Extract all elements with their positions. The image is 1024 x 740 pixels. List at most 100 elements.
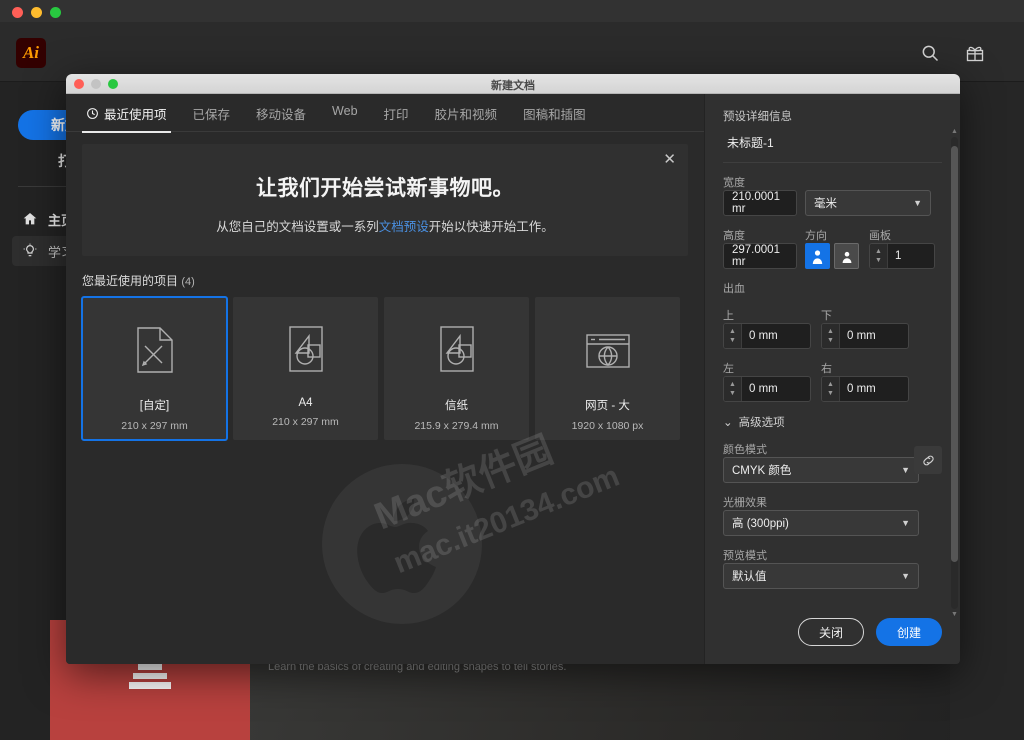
stepper-arrows-icon[interactable]: ▲ ▼ [822, 324, 840, 348]
app-window-controls[interactable] [12, 7, 61, 18]
recent-items-title: 您最近使用的项目 [82, 274, 179, 288]
app-titlebar [0, 0, 1024, 22]
orientation-landscape-button[interactable] [834, 243, 859, 269]
artboard-stepper[interactable]: ▲ ▼ 1 [869, 243, 935, 269]
search-icon[interactable] [920, 43, 940, 63]
recent-card-a4[interactable]: A4 210 x 297 mm [233, 297, 378, 440]
bleed-label: 出血 [723, 283, 745, 295]
link-icon[interactable] [914, 446, 942, 474]
artboard-value: 1 [895, 250, 902, 262]
recent-card-custom-name: [自定] [139, 400, 170, 412]
custom-document-icon [128, 323, 182, 377]
orientation-toggle-group [805, 243, 861, 269]
recent-card-web-large[interactable]: 网页 - 大 1920 x 1080 px [535, 297, 680, 440]
close-button[interactable]: 关闭 [798, 618, 864, 646]
bleed-bottom-stepper[interactable]: ▲ ▼ 0 mm [821, 323, 909, 349]
chevron-down-icon: ▼ [901, 571, 910, 581]
app-close-button[interactable] [12, 7, 23, 18]
width-label: 宽度 [723, 177, 745, 189]
dialog-tabs: 最近使用项 已保存 移动设备 Web 打印 胶片和视频 图稿和插图 [66, 94, 704, 133]
app-minimize-button[interactable] [31, 7, 42, 18]
welcome-banner: ✕ 让我们开始尝试新事物吧。 从您自己的文档设置或一系列文档预设开始以快速开始工… [82, 144, 688, 256]
tab-film-video[interactable]: 胶片和视频 [433, 104, 500, 132]
create-button[interactable]: 创建 [876, 618, 942, 646]
bleed-right-label: 右 [821, 363, 832, 375]
banner-close-icon[interactable]: ✕ [663, 152, 676, 167]
screen: Ai 新文件 打开 主页 [0, 0, 1024, 740]
dialog-titlebar: 新建文档 [66, 74, 960, 94]
bleed-bottom-value: 0 mm [847, 330, 876, 342]
orientation-portrait-button[interactable] [805, 243, 830, 269]
dialog-title: 新建文档 [491, 80, 535, 92]
app-topbar [0, 22, 1024, 82]
preview-mode-select[interactable]: 默认值 ▼ [723, 563, 919, 589]
artboard-label: 画板 [869, 230, 891, 242]
bleed-top-label: 上 [723, 310, 734, 322]
tab-web[interactable]: Web [330, 104, 359, 127]
recent-card-a4-name: A4 [298, 397, 313, 409]
advanced-options-toggle[interactable]: ⌄ 高级选项 [723, 414, 942, 430]
new-document-dialog: 新建文档 最近使用项 已保存 移动设备 Web 打印 胶片和视频 图稿和插图 ✕… [66, 74, 960, 664]
color-mode-select[interactable]: CMYK 颜色 ▼ [723, 457, 919, 483]
preview-mode-label: 预览模式 [723, 550, 767, 562]
gift-icon[interactable] [965, 43, 985, 63]
bleed-left-value: 0 mm [749, 383, 778, 395]
recent-card-web-dims: 1920 x 1080 px [571, 420, 644, 432]
tab-recent-label: 最近使用项 [104, 108, 167, 122]
scrollbar-track[interactable] [951, 137, 958, 609]
document-name-input[interactable]: 未标题-1 [723, 134, 942, 151]
preset-details-title: 预设详细信息 [723, 111, 792, 123]
browser-globe-icon [581, 323, 635, 377]
banner-heading: 让我们开始尝试新事物吧。 [256, 177, 514, 200]
scroll-down-icon[interactable]: ▼ [951, 611, 958, 618]
orientation-label: 方向 [805, 230, 827, 242]
stepper-arrows-icon[interactable]: ▲ ▼ [822, 377, 840, 401]
illustrator-logo: Ai [16, 38, 46, 68]
bleed-top-stepper[interactable]: ▲ ▼ 0 mm [723, 323, 811, 349]
banner-text-before: 从您自己的文档设置或一系列 [216, 220, 379, 234]
stepper-arrows-icon[interactable]: ▲ ▼ [870, 244, 888, 268]
scrollbar-thumb[interactable] [951, 146, 958, 562]
banner-text-after: 开始以快速开始工作。 [428, 220, 554, 234]
dialog-body: 最近使用项 已保存 移动设备 Web 打印 胶片和视频 图稿和插图 ✕ 让我们开… [66, 94, 960, 664]
tab-art-illustration[interactable]: 图稿和插图 [521, 104, 588, 132]
tab-print[interactable]: 打印 [382, 104, 411, 132]
tab-saved[interactable]: 已保存 [191, 104, 233, 132]
bleed-left-label: 左 [723, 363, 734, 375]
bleed-right-stepper[interactable]: ▲ ▼ 0 mm [821, 376, 909, 402]
width-input[interactable]: 210.0001 mr [723, 190, 797, 216]
height-input[interactable]: 297.0001 mr [723, 243, 797, 269]
recent-card-web-name: 网页 - 大 [585, 400, 630, 412]
page-shapes-icon [430, 323, 484, 377]
preset-panel-scrollbar[interactable]: ▲ ▼ [951, 128, 958, 618]
chevron-down-icon: ▼ [913, 198, 922, 208]
bleed-right-value: 0 mm [847, 383, 876, 395]
recent-card-letter[interactable]: 信纸 215.9 x 279.4 mm [384, 297, 529, 440]
tab-mobile[interactable]: 移动设备 [254, 104, 308, 132]
page-shapes-icon [279, 323, 333, 377]
bleed-left-stepper[interactable]: ▲ ▼ 0 mm [723, 376, 811, 402]
chevron-down-icon: ▼ [901, 518, 910, 528]
stepper-arrows-icon[interactable]: ▲ ▼ [724, 377, 742, 401]
advanced-options-label: 高级选项 [738, 417, 785, 429]
apple-logo-watermark [322, 464, 482, 624]
scroll-up-icon[interactable]: ▲ [951, 128, 958, 135]
document-presets-link[interactable]: 文档预设 [379, 220, 429, 234]
recent-card-custom-dims: 210 x 297 mm [121, 420, 188, 432]
color-mode-value: CMYK 颜色 [732, 465, 792, 477]
units-select[interactable]: 毫米 ▼ [805, 190, 931, 216]
bleed-top-value: 0 mm [749, 330, 778, 342]
app-zoom-button[interactable] [50, 7, 61, 18]
recent-items-label: 您最近使用的项目 (4) [82, 272, 704, 289]
raster-effects-value: 高 (300ppi) [732, 518, 789, 530]
raster-effects-label: 光栅效果 [723, 497, 767, 509]
recent-card-custom[interactable]: [自定] 210 x 297 mm [81, 296, 228, 441]
bleed-bottom-label: 下 [821, 310, 832, 322]
dialog-left-pane: 最近使用项 已保存 移动设备 Web 打印 胶片和视频 图稿和插图 ✕ 让我们开… [66, 94, 704, 664]
tab-recent[interactable]: 最近使用项 [82, 104, 171, 133]
dialog-footer: 关闭 创建 [798, 618, 942, 646]
stepper-arrows-icon[interactable]: ▲ ▼ [724, 324, 742, 348]
clock-icon [86, 107, 99, 120]
raster-effects-select[interactable]: 高 (300ppi) ▼ [723, 510, 919, 536]
lightbulb-icon [22, 243, 38, 259]
